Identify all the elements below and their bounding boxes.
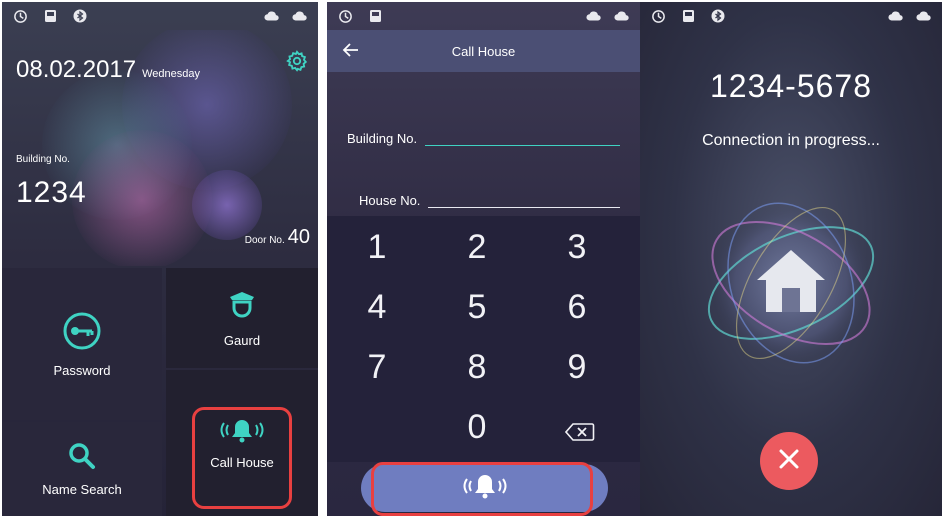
key-4[interactable]: 4 — [327, 288, 427, 327]
house-field-label: House No. — [359, 193, 421, 208]
ls-cloud-icon — [292, 8, 308, 24]
key-icon — [62, 311, 102, 351]
cloud-icon — [888, 8, 904, 24]
info-panel: 08.02.2017 Wednesday Building No. 1234 Do… — [2, 30, 318, 266]
hangup-button[interactable] — [760, 432, 818, 490]
bluetooth-icon — [710, 8, 726, 24]
connection-status: Connection in progress... — [702, 132, 880, 149]
date-display: 08.02.2017 Wednesday — [16, 56, 200, 84]
name-search-tile[interactable]: Name Search — [2, 422, 162, 516]
key-5[interactable]: 5 — [427, 288, 527, 327]
building-field-label: Building No. — [347, 131, 418, 146]
title-bar: Call House — [327, 30, 640, 72]
door-display: Door No. 40 — [245, 226, 310, 249]
building-field: Building No. — [347, 126, 620, 146]
cloud-icon — [264, 8, 280, 24]
sd-card-icon — [680, 8, 696, 24]
weekday-text: Wednesday — [142, 68, 201, 80]
date-text: 08.02.2017 — [16, 56, 137, 83]
guard-icon — [226, 289, 258, 321]
call-house-label: Call House — [210, 454, 274, 470]
call-button[interactable] — [361, 464, 608, 512]
ls-cloud-icon — [614, 8, 630, 24]
house-input[interactable] — [428, 188, 620, 208]
gear-icon[interactable] — [286, 50, 308, 72]
guard-tile[interactable]: Gaurd — [166, 268, 318, 368]
sd-card-icon — [367, 8, 383, 24]
arrow-left-icon[interactable] — [341, 40, 361, 60]
decor-blob — [72, 130, 212, 266]
key-8[interactable]: 8 — [427, 348, 527, 387]
house-field: House No. — [347, 188, 620, 208]
home-screen: 08.02.2017 Wednesday Building No. 1234 Do… — [2, 2, 318, 516]
bell-icon — [217, 417, 267, 443]
cloud-icon — [586, 8, 602, 24]
sync-icon — [650, 8, 666, 24]
key-6[interactable]: 6 — [527, 288, 627, 327]
key-1[interactable]: 1 — [327, 228, 427, 267]
guard-label: Gaurd — [223, 332, 261, 348]
bell-icon — [460, 472, 510, 505]
password-tile[interactable]: Password — [2, 268, 162, 420]
key-9[interactable]: 9 — [527, 348, 627, 387]
backspace-icon[interactable] — [564, 422, 595, 442]
building-input[interactable] — [425, 126, 620, 146]
status-bar — [2, 2, 318, 30]
page-title: Call House — [451, 43, 516, 59]
dialed-number: 1234-5678 — [709, 68, 873, 104]
call-house-tile[interactable]: Call House — [166, 370, 318, 516]
building-number: 1234 — [16, 176, 87, 209]
sync-icon — [337, 8, 353, 24]
calling-screen: 1234-5678 Connection in progress... — [640, 2, 942, 516]
dial-screen: Call House Building No. House No. 1 2 3 … — [327, 2, 640, 516]
stage: 08.02.2017 Wednesday Building No. 1234 Do… — [0, 0, 944, 518]
password-label: Password — [53, 362, 111, 378]
search-icon — [68, 442, 96, 470]
close-icon — [778, 448, 800, 475]
door-number: 40 — [287, 226, 310, 248]
ls-cloud-icon — [916, 8, 932, 24]
key-0[interactable]: 0 — [427, 408, 527, 447]
sync-icon — [12, 8, 28, 24]
keypad: 1 2 3 4 5 6 7 8 9 0 — [327, 216, 640, 462]
building-label: Building No. — [16, 154, 70, 165]
bluetooth-icon — [72, 8, 88, 24]
name-search-label: Name Search — [42, 481, 122, 497]
status-bar — [327, 2, 640, 30]
status-bar — [640, 2, 942, 30]
key-2[interactable]: 2 — [427, 228, 527, 267]
house-icon — [696, 188, 886, 378]
key-7[interactable]: 7 — [327, 348, 427, 387]
sd-card-icon — [42, 8, 58, 24]
door-label: Door No. — [244, 235, 285, 246]
key-3[interactable]: 3 — [527, 228, 627, 267]
